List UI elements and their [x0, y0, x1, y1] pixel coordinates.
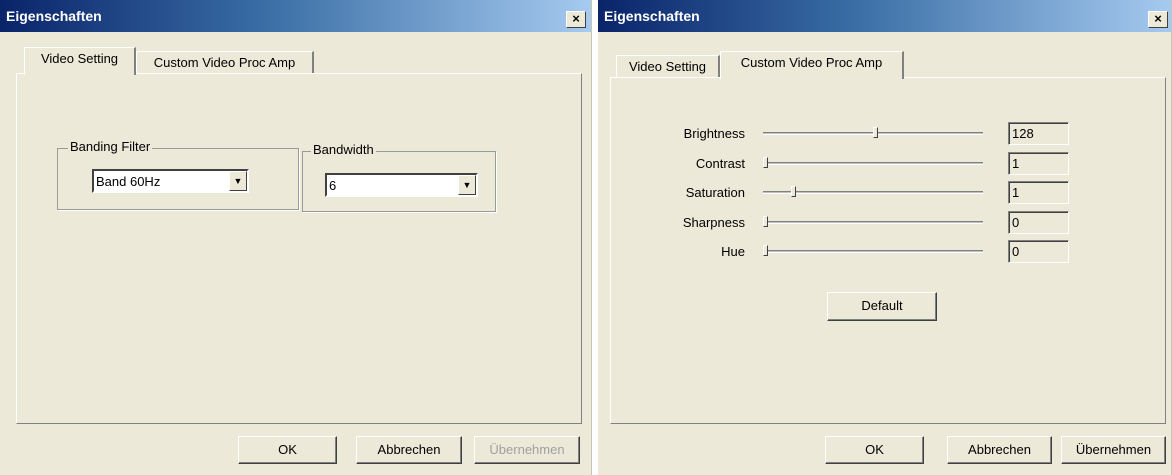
slider-track[interactable]: [763, 221, 983, 224]
apply-button[interactable]: Übernehmen: [1061, 436, 1166, 464]
slider-thumb[interactable]: [763, 245, 768, 256]
apply-button: Übernehmen: [474, 436, 580, 464]
slider-track[interactable]: [763, 250, 983, 253]
slider-track[interactable]: [763, 162, 983, 165]
slider-thumb[interactable]: [791, 186, 796, 197]
slider-value-field: 128: [1008, 122, 1069, 145]
banding-filter-value: Band 60Hz: [96, 174, 161, 189]
tab-panel: Brightness 128 Contrast 1 Saturation 1 Sharpne…: [610, 77, 1166, 424]
slider-value-field: 1: [1008, 181, 1069, 204]
close-button[interactable]: ×: [1148, 11, 1168, 28]
slider-thumb[interactable]: [763, 216, 768, 227]
bandwidth-group: Bandwidth 6 ▼: [302, 142, 496, 212]
tab-panel: Banding Filter Band 60Hz ▼ Bandwidth 6 ▼: [16, 73, 582, 424]
title-bar: Eigenschaften ×: [598, 0, 1171, 32]
slider-track[interactable]: [763, 191, 983, 194]
properties-dialog-right: Eigenschaften × Video Setting Custom Vid…: [598, 0, 1172, 475]
banding-filter-label: Banding Filter: [68, 139, 153, 154]
slider-label: Contrast: [695, 156, 745, 171]
slider-thumb[interactable]: [873, 127, 878, 138]
tab-custom-video-proc-amp[interactable]: Custom Video Proc Amp: [720, 51, 904, 79]
properties-dialog-left: Eigenschaften × Custom Video Proc Amp Vi…: [0, 0, 592, 475]
bandwidth-label: Bandwidth: [311, 142, 376, 157]
banding-filter-group: Banding Filter Band 60Hz ▼: [57, 139, 299, 210]
slider-label: Brightness: [683, 126, 745, 141]
dialog-title: Eigenschaften: [604, 8, 700, 24]
title-bar: Eigenschaften ×: [0, 0, 591, 32]
slider-label: Hue: [721, 244, 745, 259]
slider-value-field: 0: [1008, 211, 1069, 234]
tab-custom-video-proc-amp[interactable]: Custom Video Proc Amp: [136, 51, 314, 75]
default-button[interactable]: Default: [827, 292, 937, 321]
slider-value-field: 1: [1008, 152, 1069, 175]
bandwidth-value: 6: [329, 178, 337, 193]
slider-label: Sharpness: [682, 215, 745, 230]
ok-button[interactable]: OK: [238, 436, 337, 464]
dialog-title: Eigenschaften: [6, 8, 102, 24]
cancel-button[interactable]: Abbrechen: [947, 436, 1052, 464]
bandwidth-select[interactable]: 6 ▼: [325, 173, 478, 197]
slider-value-field: 0: [1008, 240, 1069, 263]
ok-button[interactable]: OK: [825, 436, 924, 464]
banding-filter-select[interactable]: Band 60Hz ▼: [92, 169, 249, 193]
tab-video-setting[interactable]: Video Setting: [24, 47, 136, 75]
cancel-button[interactable]: Abbrechen: [356, 436, 462, 464]
slider-label: Saturation: [685, 185, 745, 200]
chevron-down-icon[interactable]: ▼: [229, 171, 247, 191]
close-button[interactable]: ×: [566, 11, 586, 28]
tab-video-setting[interactable]: Video Setting: [616, 55, 720, 79]
slider-thumb[interactable]: [763, 157, 768, 168]
chevron-down-icon[interactable]: ▼: [458, 175, 476, 195]
